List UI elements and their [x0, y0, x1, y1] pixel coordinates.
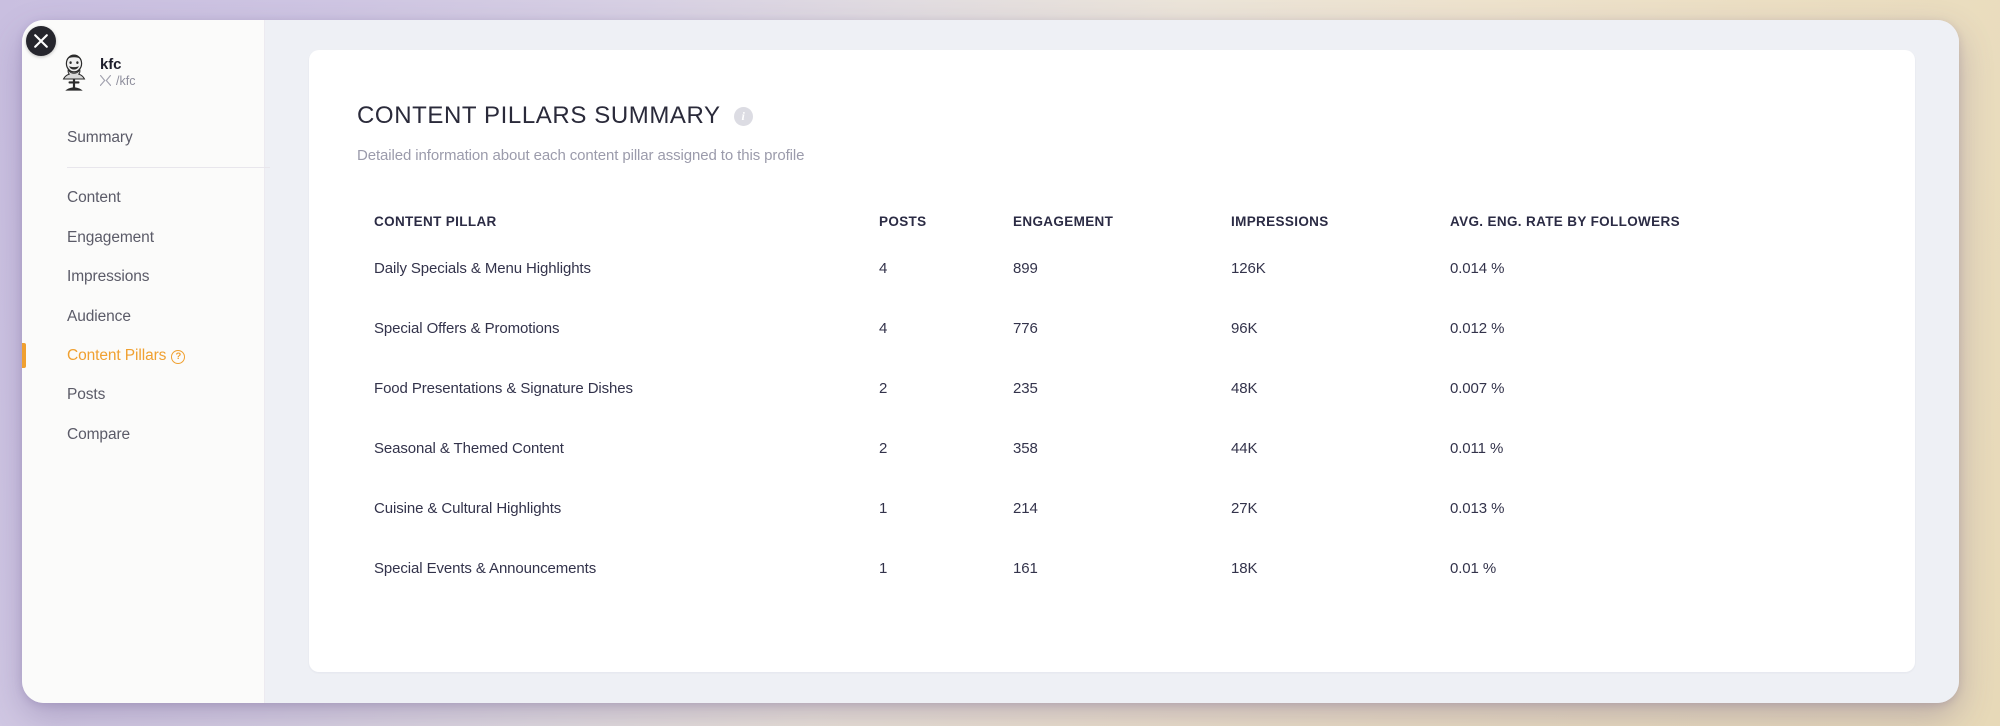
cell-engagement: 214: [1013, 499, 1038, 517]
help-question-icon[interactable]: ?: [171, 349, 186, 364]
sidebar-divider: [67, 167, 270, 169]
sidebar-item-label: Summary: [67, 129, 133, 146]
table-row[interactable]: Cuisine & Cultural Highlights 1 214 27K …: [357, 478, 1867, 538]
column-header-content-pillar[interactable]: CONTENT PILLAR: [357, 204, 862, 238]
sidebar-item-audience[interactable]: Audience: [22, 297, 264, 336]
cell-pillar: Daily Specials & Menu Highlights: [374, 259, 591, 277]
kfc-colonel-avatar-icon: [58, 53, 90, 93]
cell-posts: 1: [879, 559, 888, 577]
sidebar-item-label: Posts: [67, 386, 106, 404]
cell-pillar: Special Offers & Promotions: [374, 319, 560, 337]
cell-posts: 1: [879, 499, 888, 517]
cell-impressions: 126K: [1231, 259, 1266, 277]
sidebar-item-posts[interactable]: Posts: [22, 375, 264, 414]
cell-rate: 0.012 %: [1450, 319, 1505, 337]
sidebar-item-label: Compare: [67, 425, 131, 443]
content-pillars-card: CONTENT PILLARS SUMMARY i Detailed infor…: [309, 50, 1915, 672]
profile-handle: /kfc: [99, 74, 136, 89]
card-inner: CONTENT PILLARS SUMMARY i Detailed infor…: [309, 102, 1915, 598]
cell-impressions: 18K: [1231, 559, 1258, 577]
cell-pillar: Food Presentations & Signature Dishes: [374, 379, 633, 397]
cell-posts: 4: [879, 259, 888, 277]
page-title: CONTENT PILLARS SUMMARY: [357, 102, 721, 129]
sidebar: kfc /kfc Summary Content Engagement Impr…: [22, 20, 270, 703]
analytics-window: kfc /kfc Summary Content Engagement Impr…: [22, 20, 1959, 703]
x-icon: [99, 75, 112, 89]
cell-impressions: 48K: [1231, 379, 1258, 397]
column-header-avg-eng-rate[interactable]: AVG. ENG. RATE BY FOLLOWERS: [1433, 204, 1867, 238]
table-row[interactable]: Daily Specials & Menu Highlights 4 899 1…: [357, 238, 1867, 298]
sidebar-item-content-pillars[interactable]: Content Pillars?: [22, 336, 264, 375]
table-row[interactable]: Special Offers & Promotions 4 776 96K 0.…: [357, 298, 1867, 358]
main-content: CONTENT PILLARS SUMMARY i Detailed infor…: [265, 20, 1959, 703]
cell-impressions: 27K: [1231, 499, 1258, 517]
sidebar-item-label: Content: [67, 189, 121, 207]
cell-posts: 4: [879, 319, 888, 337]
cell-posts: 2: [879, 379, 888, 397]
profile-name: kfc: [100, 55, 122, 73]
cell-pillar: Cuisine & Cultural Highlights: [374, 499, 562, 517]
cell-impressions: 96K: [1231, 319, 1258, 337]
info-icon[interactable]: i: [733, 106, 753, 126]
sidebar-item-label: Impressions: [67, 268, 150, 286]
sidebar-item-engagement[interactable]: Engagement: [22, 218, 264, 257]
cell-engagement: 161: [1013, 559, 1038, 577]
close-icon: [34, 34, 48, 48]
sidebar-nav: Summary Content Engagement Impressions A…: [22, 98, 270, 454]
column-header-engagement[interactable]: ENGAGEMENT: [996, 204, 1214, 238]
sidebar-item-summary[interactable]: Summary: [22, 118, 264, 157]
cell-posts: 2: [879, 439, 888, 457]
cell-engagement: 235: [1013, 379, 1038, 397]
cell-engagement: 899: [1013, 259, 1038, 277]
close-button[interactable]: [26, 26, 56, 56]
card-header: CONTENT PILLARS SUMMARY i: [357, 102, 1867, 130]
sidebar-item-label: Content Pillars: [67, 346, 167, 364]
cell-impressions: 44K: [1231, 439, 1258, 457]
table-header: CONTENT PILLAR POSTS ENGAGEMENT IMPRESSI…: [357, 204, 1867, 238]
profile-handle-text: /kfc: [116, 74, 136, 89]
sidebar-item-label: Audience: [67, 307, 131, 325]
cell-rate: 0.01 %: [1450, 559, 1497, 577]
cell-rate: 0.014 %: [1450, 259, 1505, 277]
table-header-row: CONTENT PILLAR POSTS ENGAGEMENT IMPRESSI…: [357, 204, 1867, 238]
cell-engagement: 358: [1013, 439, 1038, 457]
cell-rate: 0.011 %: [1450, 439, 1504, 457]
cell-pillar: Special Events & Announcements: [374, 559, 597, 577]
table-row[interactable]: Food Presentations & Signature Dishes 2 …: [357, 358, 1867, 418]
table-body: Daily Specials & Menu Highlights 4 899 1…: [357, 238, 1867, 598]
cell-rate: 0.007 %: [1450, 379, 1505, 397]
sidebar-item-impressions[interactable]: Impressions: [22, 257, 264, 296]
content-pillars-table: CONTENT PILLAR POSTS ENGAGEMENT IMPRESSI…: [357, 204, 1867, 598]
table-row[interactable]: Seasonal & Themed Content 2 358 44K 0.01…: [357, 418, 1867, 478]
profile-header: kfc /kfc: [22, 20, 264, 98]
sidebar-item-content[interactable]: Content: [22, 178, 264, 217]
cell-pillar: Seasonal & Themed Content: [374, 439, 564, 457]
card-subtitle: Detailed information about each content …: [357, 147, 805, 164]
cell-rate: 0.013 %: [1450, 499, 1505, 517]
sidebar-item-compare[interactable]: Compare: [22, 415, 264, 454]
cell-engagement: 776: [1013, 319, 1038, 337]
column-header-posts[interactable]: POSTS: [862, 204, 996, 238]
profile-text: kfc /kfc: [99, 55, 136, 90]
sidebar-item-label: Engagement: [67, 228, 154, 246]
table-row[interactable]: Special Events & Announcements 1 161 18K…: [357, 538, 1867, 598]
column-header-impressions[interactable]: IMPRESSIONS: [1214, 204, 1433, 238]
